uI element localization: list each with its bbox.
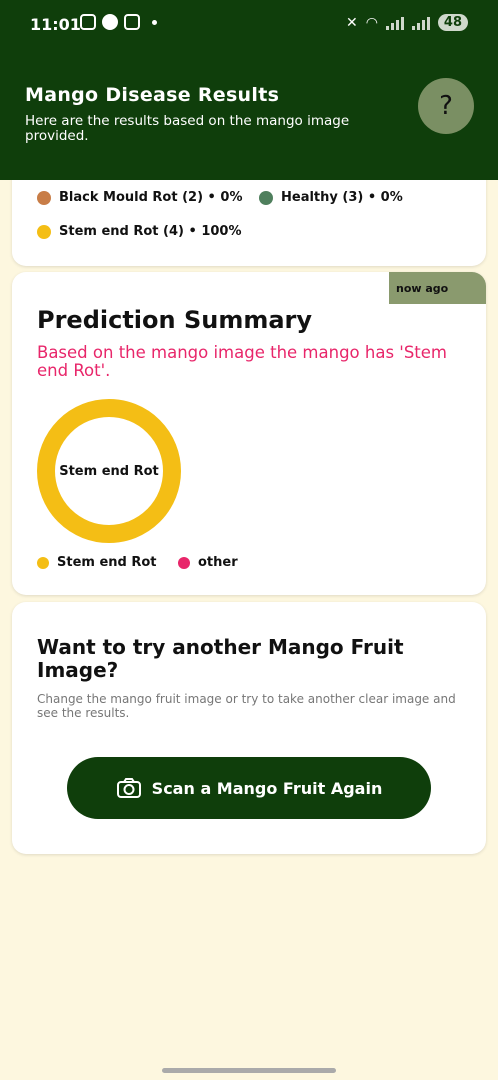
legend-dot: [37, 224, 51, 239]
signal-icon: [411, 16, 430, 30]
legend-label: Stem end Rot: [57, 555, 157, 570]
teams-icon: [124, 14, 140, 30]
app-header: 11:01 ✕ ◠ 48 Mango Disease Results Here …: [0, 0, 498, 180]
wifi-icon: ◠: [365, 14, 378, 31]
legend-dot: [37, 556, 49, 569]
page-subtitle: Here are the results based on the mango …: [25, 113, 350, 144]
prediction-text: Based on the mango image the mango has '…: [37, 343, 448, 380]
retry-card: Want to try another Mango Fruit Image? C…: [12, 602, 486, 854]
help-button[interactable]: ?: [418, 78, 474, 134]
mute-icon: ✕: [345, 14, 358, 31]
donut-legend-other: other: [178, 555, 238, 570]
camera-icon: [116, 778, 141, 798]
status-notification-icons: [80, 14, 157, 30]
legend-item-stem-end-rot: Stem end Rot (4) • 100%: [37, 224, 242, 239]
retry-title: Want to try another Mango Fruit Image?: [37, 635, 404, 682]
legend-dot: [37, 190, 51, 205]
screenshot-icon: [80, 14, 96, 30]
status-system-icons: ✕ ◠ 48: [346, 14, 468, 31]
status-time: 11:01: [30, 15, 81, 34]
home-indicator[interactable]: [162, 1068, 336, 1073]
more-notifications-icon: [152, 19, 157, 25]
scan-again-button[interactable]: Scan a Mango Fruit Again: [67, 757, 431, 819]
legend-item-healthy: Healthy (3) • 0%: [259, 190, 403, 205]
retry-subtitle: Change the mango fruit image or try to t…: [37, 692, 456, 720]
legend-label: Healthy (3) • 0%: [281, 190, 403, 205]
prediction-summary-card: now ago Prediction Summary Based on the …: [12, 272, 486, 595]
legend-item-black-mould-rot: Black Mould Rot (2) • 0%: [37, 190, 242, 205]
scan-again-label: Scan a Mango Fruit Again: [151, 778, 383, 798]
signal-icon: [385, 16, 404, 30]
status-bar: 11:01 ✕ ◠ 48: [0, 0, 498, 52]
battery-indicator: 48: [437, 14, 468, 31]
donut-legend-stem-end-rot: Stem end Rot: [37, 555, 157, 570]
timestamp-badge: now ago: [389, 272, 486, 304]
legend-label: Black Mould Rot (2) • 0%: [59, 190, 243, 205]
legend-dot: [259, 190, 273, 205]
app-notification-icon: [102, 14, 118, 30]
donut-center-label: Stem end Rot: [59, 463, 159, 479]
page-title: Mango Disease Results: [25, 84, 280, 106]
legend-dot: [178, 556, 190, 569]
legend-label: Stem end Rot (4) • 100%: [59, 224, 242, 239]
question-mark-icon: ?: [439, 91, 453, 121]
prediction-title: Prediction Summary: [37, 306, 313, 334]
legend-label: other: [198, 555, 238, 570]
